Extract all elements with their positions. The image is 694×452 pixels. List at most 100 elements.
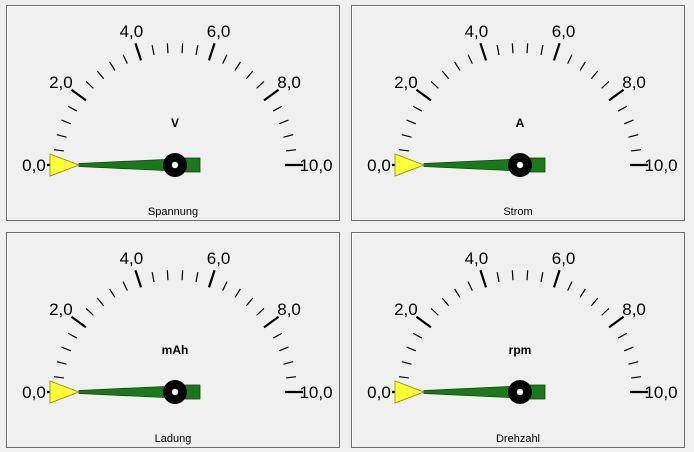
minor-tick <box>53 149 64 152</box>
major-tick <box>415 88 432 102</box>
gauge-dial: 0,0 2,0 4,0 6,0 8,0 10,0 A <box>367 22 678 177</box>
minor-tick <box>245 70 254 80</box>
scale-label: 10,0 <box>299 383 332 402</box>
minor-tick <box>166 270 169 281</box>
minor-tick <box>623 119 634 125</box>
needle-body <box>78 158 176 172</box>
minor-tick <box>511 270 514 281</box>
major-tick <box>70 88 87 102</box>
major-tick <box>479 42 488 61</box>
minor-tick <box>151 45 155 56</box>
major-tick <box>552 42 561 61</box>
minor-tick <box>195 45 199 56</box>
major-tick <box>134 269 143 288</box>
minor-tick <box>283 361 294 365</box>
gauge-caption: Drehzahl <box>495 433 541 445</box>
major-tick <box>552 269 561 288</box>
minor-tick <box>406 346 417 352</box>
minor-tick <box>526 270 529 281</box>
scale-label: 6,0 <box>207 22 231 41</box>
minor-tick <box>222 281 228 291</box>
minor-tick <box>628 361 639 365</box>
minor-tick <box>511 43 514 54</box>
minor-tick <box>454 288 461 298</box>
gauge-dial: 0,0 2,0 4,0 6,0 8,0 10,0 V <box>22 22 333 177</box>
scale-label: 4,0 <box>120 249 144 268</box>
scale-label: 6,0 <box>552 22 576 41</box>
minor-tick <box>454 61 461 71</box>
needle-tail <box>529 384 546 400</box>
scale-label: 8,0 <box>622 73 646 92</box>
minor-tick <box>195 272 199 283</box>
minor-tick <box>567 54 573 64</box>
unit-label: V <box>171 116 179 130</box>
minor-tick <box>109 61 116 71</box>
gauge-caption: Ladung <box>154 433 192 445</box>
minor-tick <box>617 332 628 339</box>
major-tick <box>479 269 488 288</box>
scale-label: 10,0 <box>644 383 677 402</box>
minor-tick <box>286 149 297 152</box>
gauge-caption: Spannung <box>147 206 199 218</box>
minor-tick <box>56 361 67 365</box>
minor-tick <box>234 288 241 298</box>
minor-tick <box>278 346 289 352</box>
needle-tip <box>49 153 81 177</box>
minor-tick <box>166 43 169 54</box>
major-tick <box>207 269 216 288</box>
needle-hub-center <box>516 161 524 169</box>
minor-tick <box>540 272 544 283</box>
gauge-panel-spannung: 0,0 2,0 4,0 6,0 8,0 10,0 V Spannung <box>6 5 340 221</box>
minor-tick <box>496 45 500 56</box>
needle-tip <box>49 380 81 404</box>
minor-tick <box>283 134 294 138</box>
scale-label: 2,0 <box>49 300 73 319</box>
needle-hub-center <box>171 388 179 396</box>
minor-tick <box>467 281 473 291</box>
minor-tick <box>222 54 228 64</box>
needle-body <box>423 158 521 172</box>
scale-label: 0,0 <box>22 156 46 175</box>
minor-tick <box>278 119 289 125</box>
major-tick <box>415 315 432 329</box>
minor-tick <box>623 346 634 352</box>
scale-label: 8,0 <box>622 300 646 319</box>
minor-tick <box>430 308 439 316</box>
minor-tick <box>631 376 642 379</box>
gauge-caption: Strom <box>503 206 533 218</box>
minor-tick <box>567 281 573 291</box>
unit-label: A <box>516 116 525 130</box>
unit-label: rpm <box>509 343 532 357</box>
minor-tick <box>151 272 155 283</box>
minor-tick <box>272 332 283 339</box>
minor-tick <box>122 54 128 64</box>
scale-label: 8,0 <box>277 300 301 319</box>
scale-label: 4,0 <box>120 22 144 41</box>
minor-tick <box>85 308 94 316</box>
scale-label: 6,0 <box>207 249 231 268</box>
scale-label: 4,0 <box>465 22 489 41</box>
scale-label: 2,0 <box>49 73 73 92</box>
minor-tick <box>181 43 184 54</box>
gauge-panel-drehzahl: 0,0 2,0 4,0 6,0 8,0 10,0 rpm Drehzahl <box>351 232 685 448</box>
minor-tick <box>441 297 450 307</box>
minor-tick <box>412 105 423 112</box>
minor-tick <box>601 308 610 316</box>
minor-tick <box>467 54 473 64</box>
minor-tick <box>96 70 105 80</box>
scale-label: 8,0 <box>277 73 301 92</box>
major-tick <box>207 42 216 61</box>
scale-label: 6,0 <box>552 249 576 268</box>
minor-tick <box>56 134 67 138</box>
scale-label: 10,0 <box>644 156 677 175</box>
minor-tick <box>590 70 599 80</box>
scale-label: 0,0 <box>22 383 46 402</box>
minor-tick <box>398 149 409 152</box>
gauge-panel-ladung: 0,0 2,0 4,0 6,0 8,0 10,0 mAh Ladung <box>6 232 340 448</box>
minor-tick <box>67 105 78 112</box>
minor-tick <box>631 149 642 152</box>
minor-tick <box>430 81 439 89</box>
minor-tick <box>61 346 72 352</box>
needle-hub-center <box>516 388 524 396</box>
minor-tick <box>401 361 412 365</box>
